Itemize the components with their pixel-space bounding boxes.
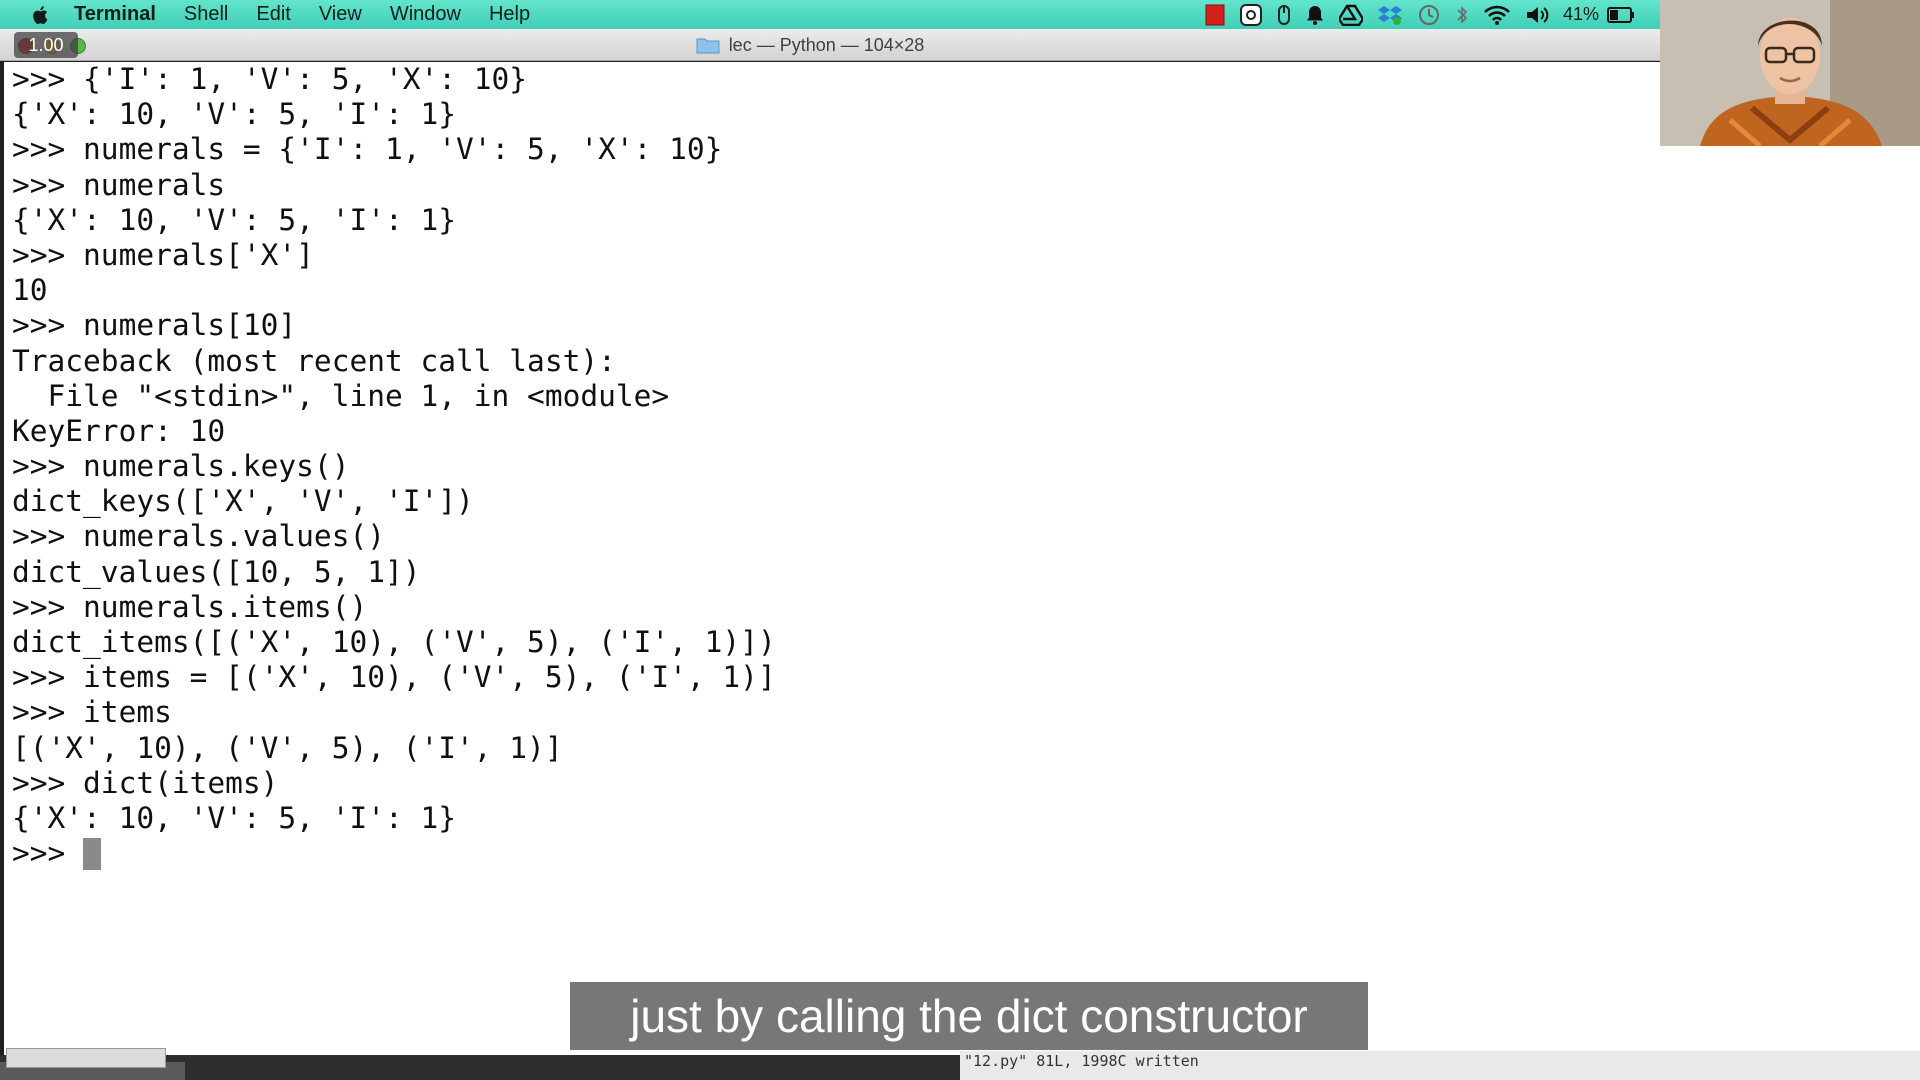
terminal-line: >>> numerals.items() xyxy=(12,589,368,624)
google-drive-icon[interactable] xyxy=(1339,4,1363,26)
menu-window[interactable]: Window xyxy=(390,0,461,29)
play-button[interactable] xyxy=(1775,833,1859,903)
terminal-line: dict_items([('X', 10), ('V', 5), ('I', 1… xyxy=(12,625,776,659)
red-square-icon[interactable] xyxy=(1205,4,1225,26)
volume-icon[interactable] xyxy=(1525,4,1549,26)
steam-icon[interactable] xyxy=(1239,3,1263,27)
status-area: 41% xyxy=(1205,0,1649,29)
video-subtitle: just by calling the dict constructor xyxy=(570,982,1368,1050)
terminal-line: >>> dict(items) xyxy=(12,765,279,800)
terminal-line: {'X': 10, 'V': 5, 'I': 1} xyxy=(12,97,457,132)
apple-menu-icon[interactable] xyxy=(28,5,54,25)
presenter-video-icon xyxy=(1660,0,1920,146)
terminal-line: [('X', 10), ('V', 5), ('I', 1)] xyxy=(12,730,563,765)
terminal-line: >>> items xyxy=(12,695,172,730)
bluetooth-icon[interactable] xyxy=(1455,4,1469,26)
terminal-line: >>> numerals.values() xyxy=(12,519,385,554)
terminal-line: {'X': 10, 'V': 5, 'I': 1} xyxy=(12,800,457,835)
menu-help[interactable]: Help xyxy=(489,0,530,29)
window-titlebar: 1.00 lec — Python — 104×28 xyxy=(0,29,1660,61)
terminal-line: Traceback (most recent call last): xyxy=(12,343,616,378)
battery-percent: 41% xyxy=(1563,4,1600,24)
terminal-line: >>> numerals['X'] xyxy=(12,237,314,272)
battery-icon[interactable] xyxy=(1607,6,1635,24)
vim-status-line: "12.py" 81L, 1998C written xyxy=(960,1051,1920,1080)
terminal-line: 10 xyxy=(12,273,48,308)
menu-app-name[interactable]: Terminal xyxy=(74,0,156,29)
terminal-content[interactable]: >>> {'I': 1, 'V': 5, 'X': 10} {'X': 10, … xyxy=(4,62,1920,1058)
folder-icon xyxy=(696,36,720,54)
play-icon xyxy=(1804,852,1832,884)
background-tab[interactable] xyxy=(6,1048,166,1068)
terminal-line: >>> numerals.keys() xyxy=(12,449,350,484)
terminal-line: KeyError: 10 xyxy=(12,413,226,448)
menu-bar: Terminal Shell Edit View Window Help 41% xyxy=(0,0,1920,29)
window-title: lec — Python — 104×28 xyxy=(0,29,1660,61)
menu-view[interactable]: View xyxy=(319,0,362,29)
bell-icon[interactable] xyxy=(1305,4,1325,26)
terminal-line: dict_values([10, 5, 1]) xyxy=(12,554,421,589)
terminal-line: >>> {'I': 1, 'V': 5, 'X': 10} xyxy=(12,62,528,96)
terminal-line: >>> items = [('X', 10), ('V', 5), ('I', … xyxy=(12,660,776,695)
wifi-icon[interactable] xyxy=(1483,4,1511,26)
menu-edit[interactable]: Edit xyxy=(256,0,290,29)
terminal-line: {'X': 10, 'V': 5, 'I': 1} xyxy=(12,202,457,237)
text-cursor xyxy=(83,837,102,870)
webcam-overlay xyxy=(1660,0,1920,146)
prompt: >>> xyxy=(12,836,66,871)
terminal-output: >>> {'I': 1, 'V': 5, 'X': 10} {'X': 10, … xyxy=(12,62,776,871)
terminal-line: File "<stdin>", line 1, in <module> xyxy=(12,378,670,413)
terminal-line: >>> numerals[10] xyxy=(12,308,297,343)
menu-shell[interactable]: Shell xyxy=(184,0,228,29)
terminal-line: >>> numerals xyxy=(12,167,226,202)
terminal-line: dict_keys(['X', 'V', 'I']) xyxy=(12,484,474,519)
time-machine-icon[interactable] xyxy=(1417,3,1441,27)
dropbox-icon[interactable] xyxy=(1377,3,1403,27)
terminal-line: >>> numerals = {'I': 1, 'V': 5, 'X': 10} xyxy=(12,132,723,167)
window-title-text: lec — Python — 104×28 xyxy=(728,34,925,55)
mouse-icon[interactable] xyxy=(1277,4,1291,26)
terminal-prompt-line[interactable]: >>> xyxy=(12,836,776,871)
